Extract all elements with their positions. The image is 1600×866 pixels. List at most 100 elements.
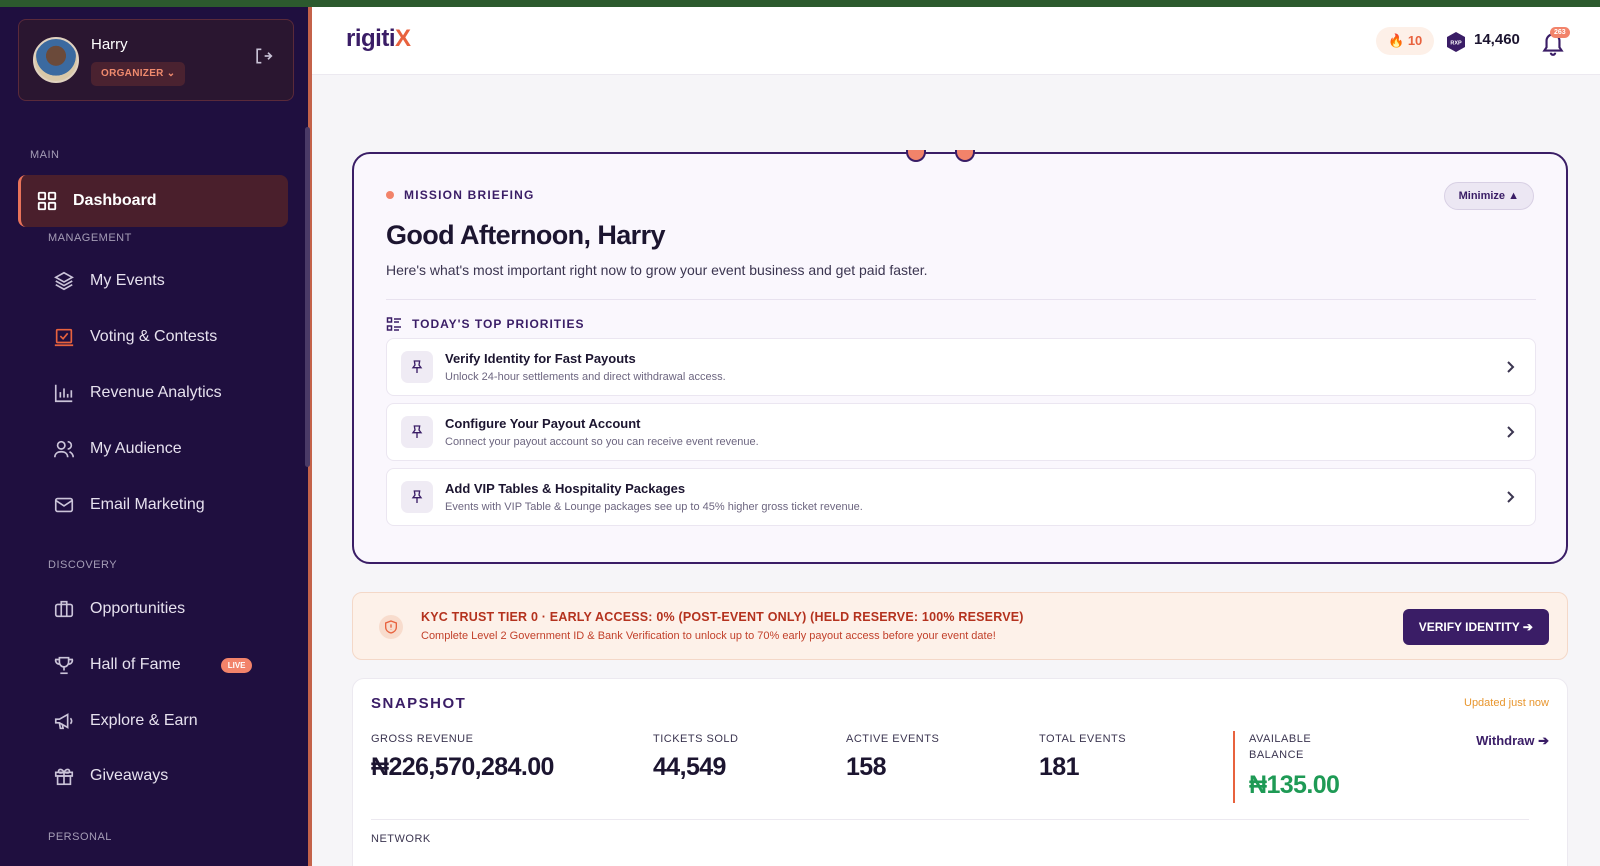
stat-label: BALANCE (1249, 749, 1304, 761)
card-decoration-knob (906, 150, 926, 162)
flame-icon: 🔥 (1388, 33, 1405, 48)
divider (371, 819, 1529, 820)
sidebar-item-giveaways[interactable]: Giveaways (18, 750, 288, 802)
priority-desc: Unlock 24-hour settlements and direct wi… (445, 371, 726, 383)
verify-identity-button[interactable]: VERIFY IDENTITY ➔ (1402, 609, 1549, 645)
stat-total-events: TOTAL EVENTS 181 (1039, 733, 1126, 782)
pin-icon (401, 416, 433, 448)
mail-icon (52, 493, 76, 517)
divider (386, 299, 1536, 300)
section-management: MANAGEMENT (48, 232, 132, 244)
sidebar-item-hall-of-fame[interactable]: Hall of Fame LIVE (18, 639, 288, 691)
role-label: ORGANIZER (101, 68, 164, 79)
logo[interactable]: rigitiX (346, 25, 411, 53)
stat-value: ₦226,570,284.00 (371, 753, 554, 781)
minimize-button[interactable]: Minimize ▲ (1443, 182, 1534, 210)
sidebar-item-label: Hall of Fame (90, 656, 181, 673)
sidebar-item-my-events[interactable]: My Events (18, 255, 288, 307)
kyc-title: KYC TRUST TIER 0 · EARLY ACCESS: 0% (POS… (421, 610, 1024, 624)
section-personal: PERSONAL (48, 831, 112, 843)
card-decoration-knob (955, 150, 975, 162)
priority-item-vip-tables[interactable]: Add VIP Tables & Hospitality Packages Ev… (386, 468, 1536, 526)
sidebar-item-label: Email Marketing (90, 496, 205, 513)
logout-icon[interactable] (253, 46, 273, 66)
stat-label: AVAILABLE (1249, 733, 1312, 745)
avatar[interactable] (33, 37, 79, 83)
network-label: NETWORK (371, 833, 431, 845)
chevron-right-icon (1503, 359, 1517, 375)
priority-title: Verify Identity for Fast Payouts (445, 351, 636, 366)
live-badge: LIVE (220, 657, 253, 673)
checklist-icon (386, 316, 402, 332)
balance-value: ₦135.00 (1249, 771, 1340, 799)
xp-points: 14,460 (1474, 31, 1520, 48)
xp-icon-label: RXP (1450, 41, 1462, 47)
stat-value: 181 (1039, 753, 1080, 781)
chevron-down-icon: ⌄ (166, 68, 176, 79)
chevron-right-icon (1503, 489, 1517, 505)
grid-icon (35, 189, 59, 213)
sidebar-item-label: Giveaways (90, 767, 169, 784)
stat-available-balance: AVAILABLE BALANCE ₦135.00 (1249, 731, 1340, 800)
sidebar-scrollbar[interactable] (305, 127, 310, 467)
notification-count: 263 (1550, 27, 1570, 38)
stat-value: 158 (846, 753, 887, 781)
sidebar-item-email-marketing[interactable]: Email Marketing (18, 479, 288, 531)
sidebar-item-dashboard[interactable]: Dashboard (18, 175, 288, 227)
xp-hexagon-icon: RXP (1446, 31, 1466, 53)
streak-badge[interactable]: 🔥 10 (1376, 27, 1435, 55)
pin-icon (401, 351, 433, 383)
megaphone-icon (52, 709, 76, 733)
layers-icon (52, 269, 76, 293)
greeting-subtitle: Here's what's most important right now t… (386, 262, 928, 278)
users-icon (52, 437, 76, 461)
mission-briefing-text: MISSION BRIEFING (404, 188, 535, 202)
stat-value: 44,549 (653, 753, 726, 781)
chevron-right-icon (1503, 424, 1517, 440)
sidebar-item-opportunities[interactable]: Opportunities (18, 583, 288, 635)
sidebar-item-label: Voting & Contests (90, 328, 218, 345)
section-main: MAIN (30, 149, 60, 161)
priority-item-payout-account[interactable]: Configure Your Payout Account Connect yo… (386, 403, 1536, 461)
withdraw-link[interactable]: Withdraw ➔ (1476, 733, 1549, 749)
priorities-label: TODAY'S TOP PRIORITIES (386, 316, 584, 332)
snapshot-card: SNAPSHOT Updated just now GROSS REVENUE … (352, 678, 1568, 866)
kyc-banner: KYC TRUST TIER 0 · EARLY ACCESS: 0% (POS… (352, 592, 1568, 660)
sidebar-item-voting[interactable]: Voting & Contests (18, 311, 288, 363)
sidebar-item-label: My Events (90, 272, 165, 289)
profile-card: Harry ORGANIZER ⌄ (18, 19, 294, 101)
priority-title: Configure Your Payout Account (445, 416, 641, 431)
bar-chart-icon (52, 381, 76, 405)
priority-item-verify-identity[interactable]: Verify Identity for Fast Payouts Unlock … (386, 338, 1536, 396)
top-header: rigitiX 🔥 10 RXP 14,460 263 (312, 7, 1600, 75)
sidebar-item-label: Explore & Earn (90, 712, 198, 729)
role-dropdown[interactable]: ORGANIZER ⌄ (91, 62, 186, 86)
balance-accent-bar (1233, 731, 1235, 803)
sidebar-item-explore-earn[interactable]: Explore & Earn (18, 695, 288, 747)
sidebar-item-label: Dashboard (73, 192, 157, 209)
ballot-icon (52, 325, 76, 349)
shield-alert-icon (379, 615, 403, 639)
stat-label: TOTAL EVENTS (1039, 733, 1127, 745)
briefcase-icon (52, 597, 76, 621)
kyc-description: Complete Level 2 Government ID & Bank Ve… (421, 630, 996, 642)
snapshot-title: SNAPSHOT (371, 695, 467, 712)
sidebar-item-my-audience[interactable]: My Audience (18, 423, 288, 475)
stat-tickets-sold: TICKETS SOLD 44,549 (653, 733, 738, 782)
trophy-icon (52, 653, 76, 677)
stat-gross-revenue: GROSS REVENUE ₦226,570,284.00 (371, 733, 554, 782)
logo-text: rigiti (346, 25, 396, 52)
sidebar-item-label: Revenue Analytics (90, 384, 222, 401)
priority-title: Add VIP Tables & Hospitality Packages (445, 481, 686, 496)
stat-label: ACTIVE EVENTS (846, 733, 940, 745)
stat-active-events: ACTIVE EVENTS 158 (846, 733, 939, 782)
status-dot (386, 191, 394, 199)
section-discovery: DISCOVERY (48, 559, 118, 571)
gift-icon (52, 764, 76, 788)
sidebar-item-revenue-analytics[interactable]: Revenue Analytics (18, 367, 288, 419)
sidebar-item-label: My Audience (90, 440, 182, 457)
sidebar: Harry ORGANIZER ⌄ MAIN Dashboard MANAGEM… (0, 7, 312, 866)
browser-top-stripe (0, 0, 1600, 7)
priority-desc: Events with VIP Table & Lounge packages … (445, 501, 863, 513)
sidebar-item-label: Opportunities (90, 600, 186, 617)
